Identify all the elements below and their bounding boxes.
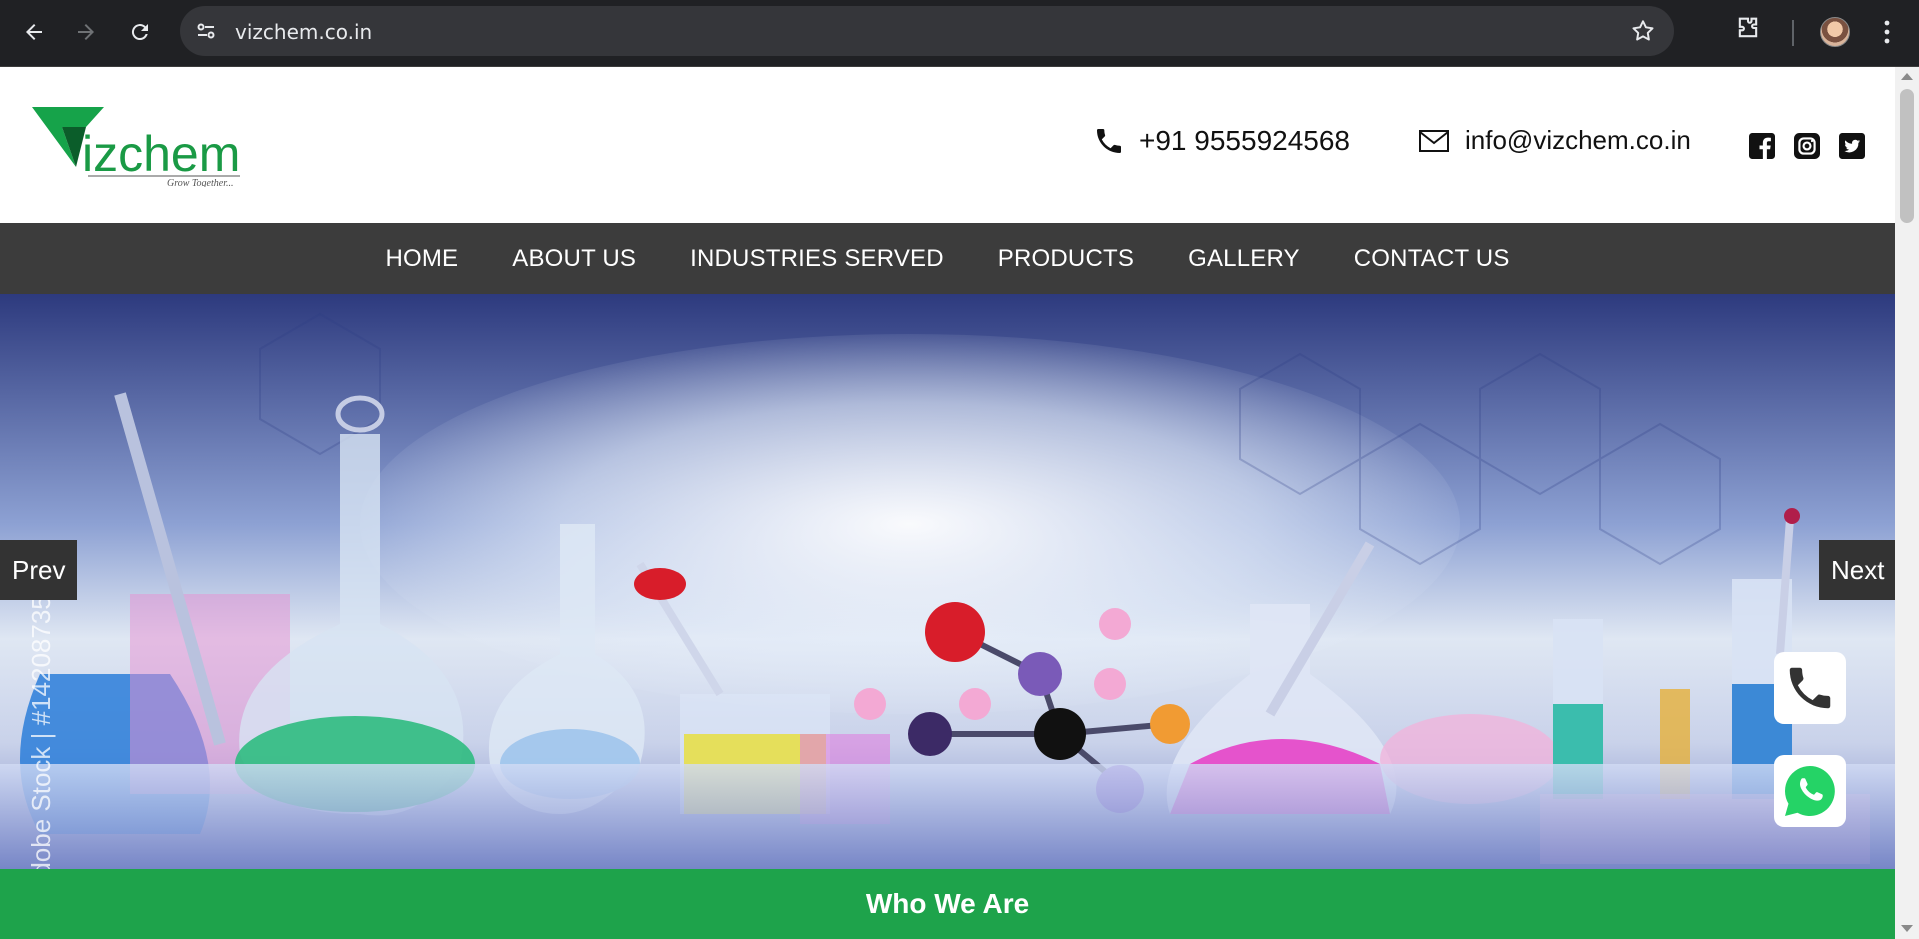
arrow-right-icon [78,24,94,40]
instagram-icon[interactable] [1794,133,1820,159]
scroll-down-arrow[interactable] [1901,925,1913,932]
phone-icon [1789,667,1831,709]
browser-toolbar: vizchem.co.in [0,0,1919,67]
header-email[interactable]: info@vizchem.co.in [1419,125,1691,156]
menu-item-home[interactable]: HOME [358,245,485,273]
profile-avatar[interactable] [1820,17,1850,47]
hero-reflection [0,764,1895,869]
phone-icon [1097,129,1121,153]
scroll-thumb[interactable] [1900,89,1914,223]
whatsapp-float-button[interactable] [1774,755,1846,827]
page-scrollbar[interactable] [1895,67,1919,939]
menu-item-contact-us[interactable]: CONTACT US [1327,245,1537,273]
menu-item-products[interactable]: PRODUCTS [971,245,1161,273]
reload-button[interactable] [122,14,158,50]
scroll-up-arrow[interactable] [1901,73,1913,80]
site-logo[interactable]: izchem Grow Together... [32,107,242,189]
site-header: izchem Grow Together... +91 9555924568 i… [0,67,1895,223]
hero-slider: Adobe Stock | #142087350 Prev Next [0,294,1895,869]
email-address[interactable]: info@vizchem.co.in [1465,125,1691,156]
toolbar-divider [1792,20,1794,46]
url-text[interactable]: vizchem.co.in [235,20,372,44]
menu-item-gallery[interactable]: GALLERY [1161,245,1327,273]
arrow-left-icon [26,24,42,40]
back-button[interactable] [16,14,52,50]
reload-icon [131,24,148,41]
menu-item-industries-served[interactable]: INDUSTRIES SERVED [663,245,971,273]
phone-number[interactable]: +91 9555924568 [1139,125,1350,157]
star-icon[interactable] [1630,18,1656,49]
who-we-are-banner: Who We Are [0,869,1895,939]
whatsapp-icon [1785,766,1835,816]
envelope-icon [1419,129,1449,152]
hero-watermark: Adobe Stock | #142087350 [26,580,56,869]
logo-wordmark: izchem [82,126,240,182]
main-menu: HOME ABOUT US INDUSTRIES SERVED PRODUCTS… [0,223,1895,294]
kebab-icon[interactable] [1875,14,1899,55]
header-phone[interactable]: +91 9555924568 [1093,125,1350,157]
logo-tagline: Grow Together... [167,178,234,187]
puzzle-icon[interactable] [1734,14,1762,47]
section-title: Who We Are [865,888,1030,919]
forward-button[interactable] [68,14,104,50]
facebook-icon[interactable] [1749,133,1775,159]
page-viewport: izchem Grow Together... +91 9555924568 i… [0,67,1919,939]
address-bar[interactable]: vizchem.co.in [180,6,1674,56]
call-float-button[interactable] [1774,652,1846,724]
tune-icon[interactable] [194,19,218,43]
prev-slide-button[interactable]: Prev [0,540,78,600]
twitter-icon[interactable] [1839,133,1865,159]
next-slide-button[interactable]: Next [1819,540,1895,600]
menu-item-about-us[interactable]: ABOUT US [485,245,663,273]
